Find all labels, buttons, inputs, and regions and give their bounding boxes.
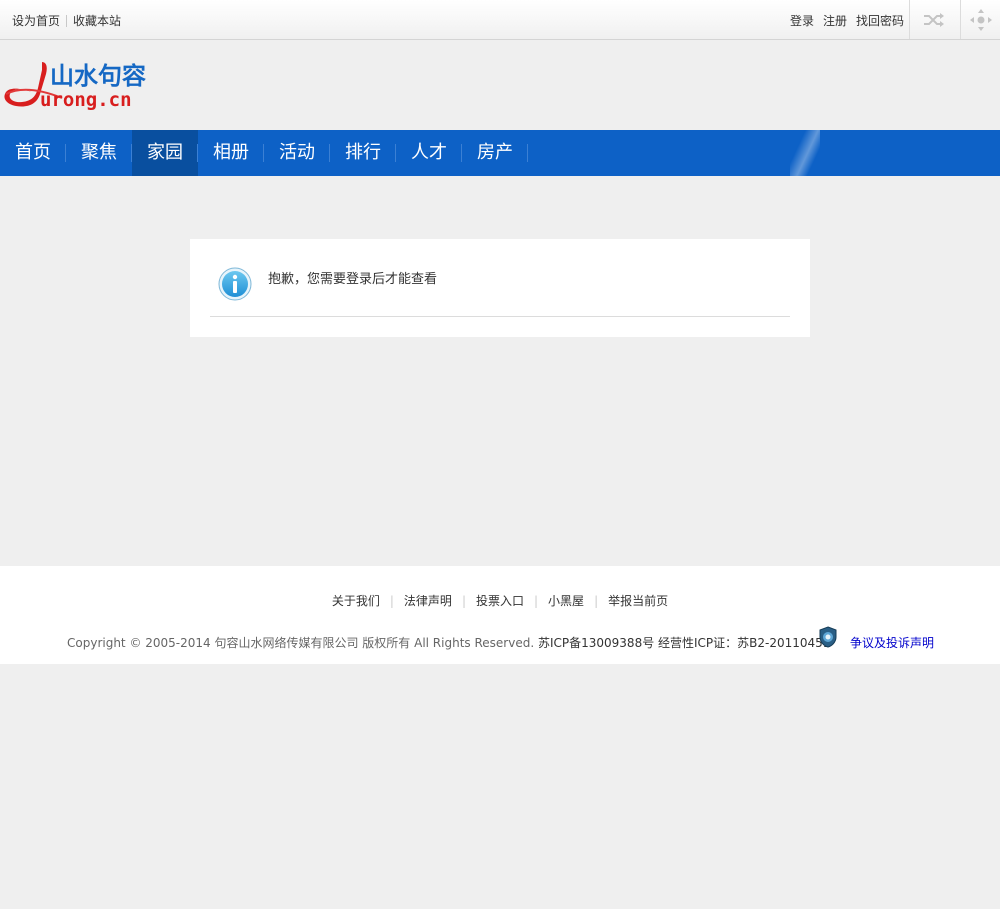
main-nav: 首页 聚焦 家园 相册 活动 排行 人才 房产 xyxy=(0,130,1000,176)
copyright-text: Copyright © 2005-2014 句容山水网络传媒有限公司 版权所有 … xyxy=(67,636,535,650)
nav-item-homeland[interactable]: 家园 xyxy=(132,130,198,176)
register-link[interactable]: 注册 xyxy=(823,12,847,29)
top-bar: 设为首页 收藏本站 登录 注册 找回密码 xyxy=(0,0,1000,40)
divider xyxy=(66,14,68,27)
footer-divider: | xyxy=(461,593,466,608)
message-box: 抱歉，您需要登录后才能查看 xyxy=(190,239,810,337)
top-bar-right: 登录 注册 找回密码 xyxy=(790,12,904,29)
login-link[interactable]: 登录 xyxy=(790,12,814,29)
message-text: 抱歉，您需要登录后才能查看 xyxy=(268,272,438,287)
footer-divider: | xyxy=(389,593,394,608)
police-badge-icon[interactable] xyxy=(818,626,838,648)
shuffle-icon xyxy=(923,12,944,27)
nav-item-ranking[interactable]: 排行 xyxy=(330,130,396,176)
footer-link-vote[interactable]: 投票入口 xyxy=(476,592,524,609)
logo-chinese-text: 山水句容 xyxy=(50,62,146,90)
nav-item-focus[interactable]: 聚焦 xyxy=(66,130,132,176)
footer-link-about[interactable]: 关于我们 xyxy=(332,592,380,609)
header: 山水句容 urong.cn xyxy=(0,40,1000,130)
footer-link-legal[interactable]: 法律声明 xyxy=(404,592,452,609)
nav-item-house[interactable]: 房产 xyxy=(462,130,528,176)
nav-list: 首页 聚焦 家园 相册 活动 排行 人才 房产 xyxy=(0,130,1000,176)
footer-link-report[interactable]: 举报当前页 xyxy=(608,592,668,609)
nav-shine-decoration xyxy=(790,130,820,176)
bookmark-link[interactable]: 收藏本站 xyxy=(73,12,121,29)
info-icon xyxy=(218,267,252,301)
footer-link-blackroom[interactable]: 小黑屋 xyxy=(548,592,584,609)
copyright-line: Copyright © 2005-2014 句容山水网络传媒有限公司 版权所有 … xyxy=(67,634,830,651)
set-home-link[interactable]: 设为首页 xyxy=(12,12,60,29)
navigation-arrows-icon xyxy=(969,8,992,31)
top-bar-left: 设为首页 收藏本站 xyxy=(12,12,121,29)
footer-divider: | xyxy=(594,593,599,608)
icp-text[interactable]: 苏ICP备13009388号 经营性ICP证：苏B2-20110451 xyxy=(538,636,830,650)
nav-item-talent[interactable]: 人才 xyxy=(396,130,462,176)
nav-item-home[interactable]: 首页 xyxy=(0,130,66,176)
footer-links: 关于我们 | 法律声明 | 投票入口 | 小黑屋 | 举报当前页 xyxy=(0,592,1000,609)
complaint-link[interactable]: 争议及投诉声明 xyxy=(850,634,934,651)
logo-latin-text: urong.cn xyxy=(40,89,132,110)
navigation-button[interactable] xyxy=(960,0,1000,39)
message-divider xyxy=(210,316,790,317)
footer-divider: | xyxy=(534,593,539,608)
site-logo[interactable]: 山水句容 urong.cn xyxy=(2,58,182,111)
footer: 关于我们 | 法律声明 | 投票入口 | 小黑屋 | 举报当前页 Copyrig… xyxy=(0,566,1000,664)
find-password-link[interactable]: 找回密码 xyxy=(856,12,904,29)
nav-item-album[interactable]: 相册 xyxy=(198,130,264,176)
nav-item-activity[interactable]: 活动 xyxy=(264,130,330,176)
shuffle-button[interactable] xyxy=(909,0,957,39)
logo-graphic: 山水句容 urong.cn xyxy=(4,62,146,111)
